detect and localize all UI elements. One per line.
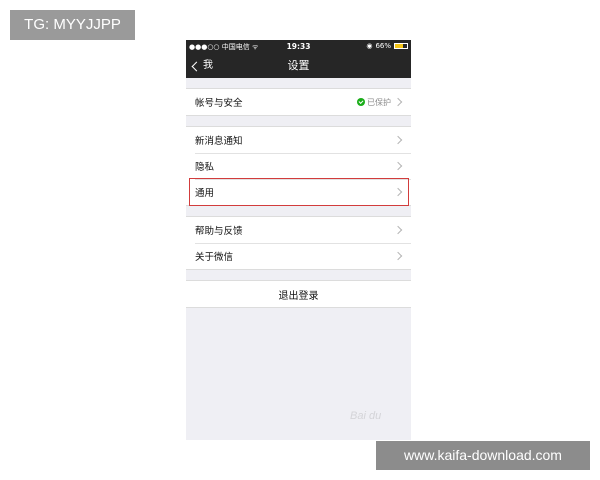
settings-group-help: 帮助与反馈 关于微信 [186,216,411,270]
chevron-right-icon [393,161,403,171]
settings-item-account-security[interactable]: 帐号与安全 已保护 [186,89,411,115]
status-bar: ●●●○○ 中国电信 ᯤ 19:33 ◉ 66% [186,40,411,54]
battery-percent: 66% [375,42,391,50]
settings-item-privacy[interactable]: 隐私 [186,153,411,179]
logout-group: 退出登录 [186,280,411,308]
phone-screen: ●●●○○ 中国电信 ᯤ 19:33 ◉ 66% 我 设置 帐号与安全 已保护 [186,40,411,440]
settings-item-label: 帐号与安全 [195,98,243,109]
settings-item-label: 帮助与反馈 [195,226,243,237]
protection-status: 已保护 [357,89,391,115]
settings-item-about[interactable]: 关于微信 [186,243,411,269]
chevron-right-icon [393,251,403,261]
chevron-right-icon [393,225,403,235]
settings-item-label: 新消息通知 [195,136,243,147]
protection-status-label: 已保护 [367,97,391,107]
page-title: 设置 [287,59,310,72]
tg-watermark: TG: MYYJJPP [10,10,135,40]
status-right: ◉ 66% [366,42,408,50]
nav-bar: 我 设置 [186,54,411,78]
settings-item-label: 隐私 [195,162,215,173]
settings-item-help-feedback[interactable]: 帮助与反馈 [186,217,411,243]
battery-fill [395,44,403,48]
baidu-watermark: Bai du [350,410,382,422]
url-watermark: www.kaifa-download.com [376,441,590,470]
protected-icon [357,98,365,106]
settings-group-account: 帐号与安全 已保护 [186,88,411,116]
logout-label: 退出登录 [278,290,319,302]
rotation-lock-icon: ◉ [366,42,373,50]
highlight-box [189,178,409,206]
settings-item-label: 关于微信 [195,252,234,263]
chevron-right-icon [393,135,403,145]
chevron-right-icon [393,97,403,107]
settings-item-notifications[interactable]: 新消息通知 [186,127,411,153]
logout-button[interactable]: 退出登录 [186,281,411,307]
battery-icon [394,43,408,49]
